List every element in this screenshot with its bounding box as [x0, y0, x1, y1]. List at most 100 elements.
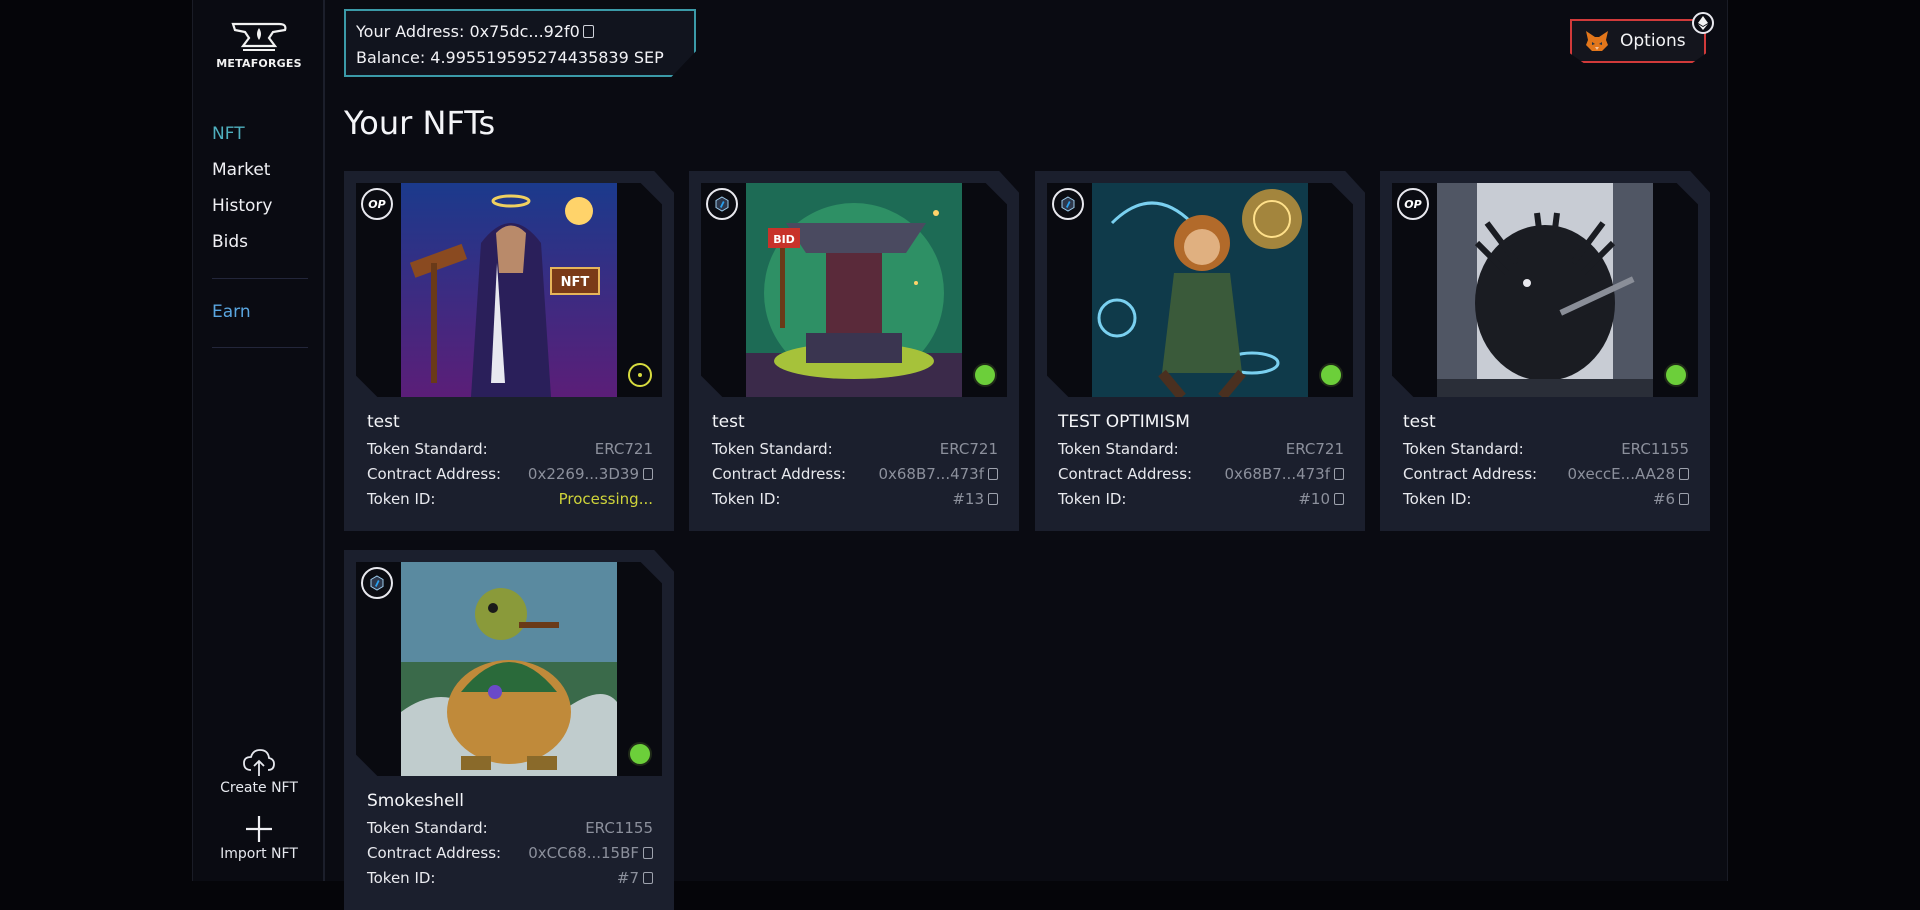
- copy-icon[interactable]: [1334, 468, 1344, 480]
- token-id-label: Token ID:: [1058, 490, 1127, 508]
- token-id-row: Token ID: #10: [1058, 490, 1344, 508]
- token-id-label: Token ID:: [367, 869, 436, 887]
- contract-address-value: 0x2269...3D39: [527, 465, 639, 483]
- token-standard-row: Token Standard: ERC1155: [367, 819, 653, 837]
- nft-card[interactable]: Smokeshell Token Standard: ERC1155 Contr…: [344, 550, 674, 910]
- copy-icon[interactable]: [643, 847, 653, 859]
- token-standard-label: Token Standard:: [712, 440, 833, 458]
- token-id-value: Processing...: [558, 490, 653, 508]
- nft-title: TEST OPTIMISM: [1058, 412, 1190, 432]
- ethereum-icon: [1692, 12, 1714, 34]
- nft-title: test: [712, 412, 745, 432]
- wallet-info-box: Your Address: 0x75dc...92f0 Balance: 4.9…: [344, 9, 696, 77]
- svg-text:BID: BID: [773, 233, 795, 246]
- status-ok-icon: [1319, 363, 1343, 387]
- wallet-balance: Balance: 4.995519595274435839 SEP: [356, 48, 664, 67]
- anvil-logo-icon: [231, 22, 287, 51]
- nft-card[interactable]: NFT OP test Token Standard: ERC721 Contr…: [344, 171, 674, 531]
- copy-icon[interactable]: [582, 25, 594, 38]
- token-standard-row: Token Standard: ERC721: [712, 440, 998, 458]
- token-standard-label: Token Standard:: [367, 819, 488, 837]
- nft-image: [1092, 183, 1308, 397]
- nft-card[interactable]: TEST OPTIMISM Token Standard: ERC721 Con…: [1035, 171, 1365, 531]
- nav-divider: [212, 347, 308, 348]
- arbitrum-chain-icon: [361, 567, 393, 599]
- arbitrum-chain-icon: [706, 188, 738, 220]
- copy-icon[interactable]: [643, 468, 653, 480]
- optimism-chain-icon: OP: [361, 188, 393, 220]
- app-frame: METAFORGES NFT Market History Bids Earn …: [192, 0, 1728, 910]
- contract-address-row: Contract Address: 0x68B7...473f: [1058, 465, 1344, 483]
- token-standard-label: Token Standard:: [1058, 440, 1179, 458]
- sidebar-item-market[interactable]: Market: [212, 160, 270, 180]
- contract-address-value: 0x68B7...473f: [1224, 465, 1330, 483]
- metaforges-logo[interactable]: METAFORGES: [211, 20, 307, 76]
- token-standard-value: ERC721: [1285, 440, 1344, 458]
- token-id-label: Token ID:: [712, 490, 781, 508]
- nft-title: test: [1403, 412, 1436, 432]
- nft-card[interactable]: OP test Token Standard: ERC1155 Contract…: [1380, 171, 1710, 531]
- contract-address-row: Contract Address: 0x68B7...473f: [712, 465, 998, 483]
- cloud-upload-icon: [243, 749, 275, 776]
- copy-icon[interactable]: [643, 872, 653, 884]
- copy-icon[interactable]: [988, 493, 998, 505]
- options-button[interactable]: Options: [1570, 19, 1706, 63]
- token-standard-row: Token Standard: ERC721: [1058, 440, 1344, 458]
- options-label: Options: [1620, 31, 1686, 51]
- token-standard-row: Token Standard: ERC721: [367, 440, 653, 458]
- token-standard-value: ERC721: [939, 440, 998, 458]
- wallet-address: Your Address: 0x75dc...92f0: [356, 22, 580, 41]
- nft-image-frame: [356, 562, 662, 776]
- contract-address-value: 0xeccE...AA28: [1567, 465, 1676, 483]
- sidebar: METAFORGES NFT Market History Bids Earn …: [193, 0, 325, 881]
- token-id-value: #6: [1652, 490, 1675, 508]
- contract-address-label: Contract Address:: [367, 465, 502, 483]
- import-nft-button[interactable]: Import NFT: [193, 814, 325, 862]
- sidebar-item-earn[interactable]: Earn: [212, 302, 251, 322]
- nft-title: test: [367, 412, 400, 432]
- token-id-row: Token ID: Processing...: [367, 490, 653, 508]
- copy-icon[interactable]: [988, 468, 998, 480]
- nft-card[interactable]: BID test Token Standard: ERC721 Contract…: [689, 171, 1019, 531]
- contract-address-label: Contract Address:: [367, 844, 502, 862]
- contract-address-row: Contract Address: 0x2269...3D39: [367, 465, 653, 483]
- nft-image-frame: BID: [701, 183, 1007, 397]
- token-id-row: Token ID: #13: [712, 490, 998, 508]
- token-id-label: Token ID:: [1403, 490, 1472, 508]
- copy-icon[interactable]: [1334, 493, 1344, 505]
- sidebar-item-nft[interactable]: NFT: [212, 124, 245, 144]
- status-ok-icon: [628, 742, 652, 766]
- nft-image: NFT: [401, 183, 617, 397]
- token-standard-value: ERC1155: [1621, 440, 1689, 458]
- sidebar-item-history[interactable]: History: [212, 196, 272, 216]
- copy-icon[interactable]: [1679, 468, 1689, 480]
- create-nft-button[interactable]: Create NFT: [193, 748, 325, 796]
- token-standard-label: Token Standard:: [1403, 440, 1524, 458]
- contract-address-value: 0x68B7...473f: [878, 465, 984, 483]
- status-processing-icon: [628, 363, 652, 387]
- contract-address-label: Contract Address:: [712, 465, 847, 483]
- nft-image: BID: [746, 183, 962, 397]
- sidebar-item-bids[interactable]: Bids: [212, 232, 248, 252]
- token-standard-value: ERC721: [594, 440, 653, 458]
- status-ok-icon: [973, 363, 997, 387]
- status-ok-icon: [1664, 363, 1688, 387]
- nft-image: [401, 562, 617, 776]
- contract-address-row: Contract Address: 0xCC68...15BF: [367, 844, 653, 862]
- nft-image: [1437, 183, 1653, 397]
- import-nft-label: Import NFT: [220, 846, 298, 862]
- logo-text: METAFORGES: [216, 57, 302, 70]
- plus-icon: [246, 816, 272, 842]
- nft-title: Smokeshell: [367, 791, 464, 811]
- create-nft-label: Create NFT: [220, 780, 298, 796]
- contract-address-label: Contract Address:: [1403, 465, 1538, 483]
- token-standard-label: Token Standard:: [367, 440, 488, 458]
- address-row: Your Address: 0x75dc...92f0: [356, 19, 684, 45]
- svg-text:NFT: NFT: [561, 275, 590, 290]
- copy-icon[interactable]: [1679, 493, 1689, 505]
- token-id-value: #10: [1298, 490, 1330, 508]
- page-title: Your NFTs: [344, 104, 496, 142]
- token-standard-row: Token Standard: ERC1155: [1403, 440, 1689, 458]
- token-id-value: #13: [952, 490, 984, 508]
- contract-address-label: Contract Address:: [1058, 465, 1193, 483]
